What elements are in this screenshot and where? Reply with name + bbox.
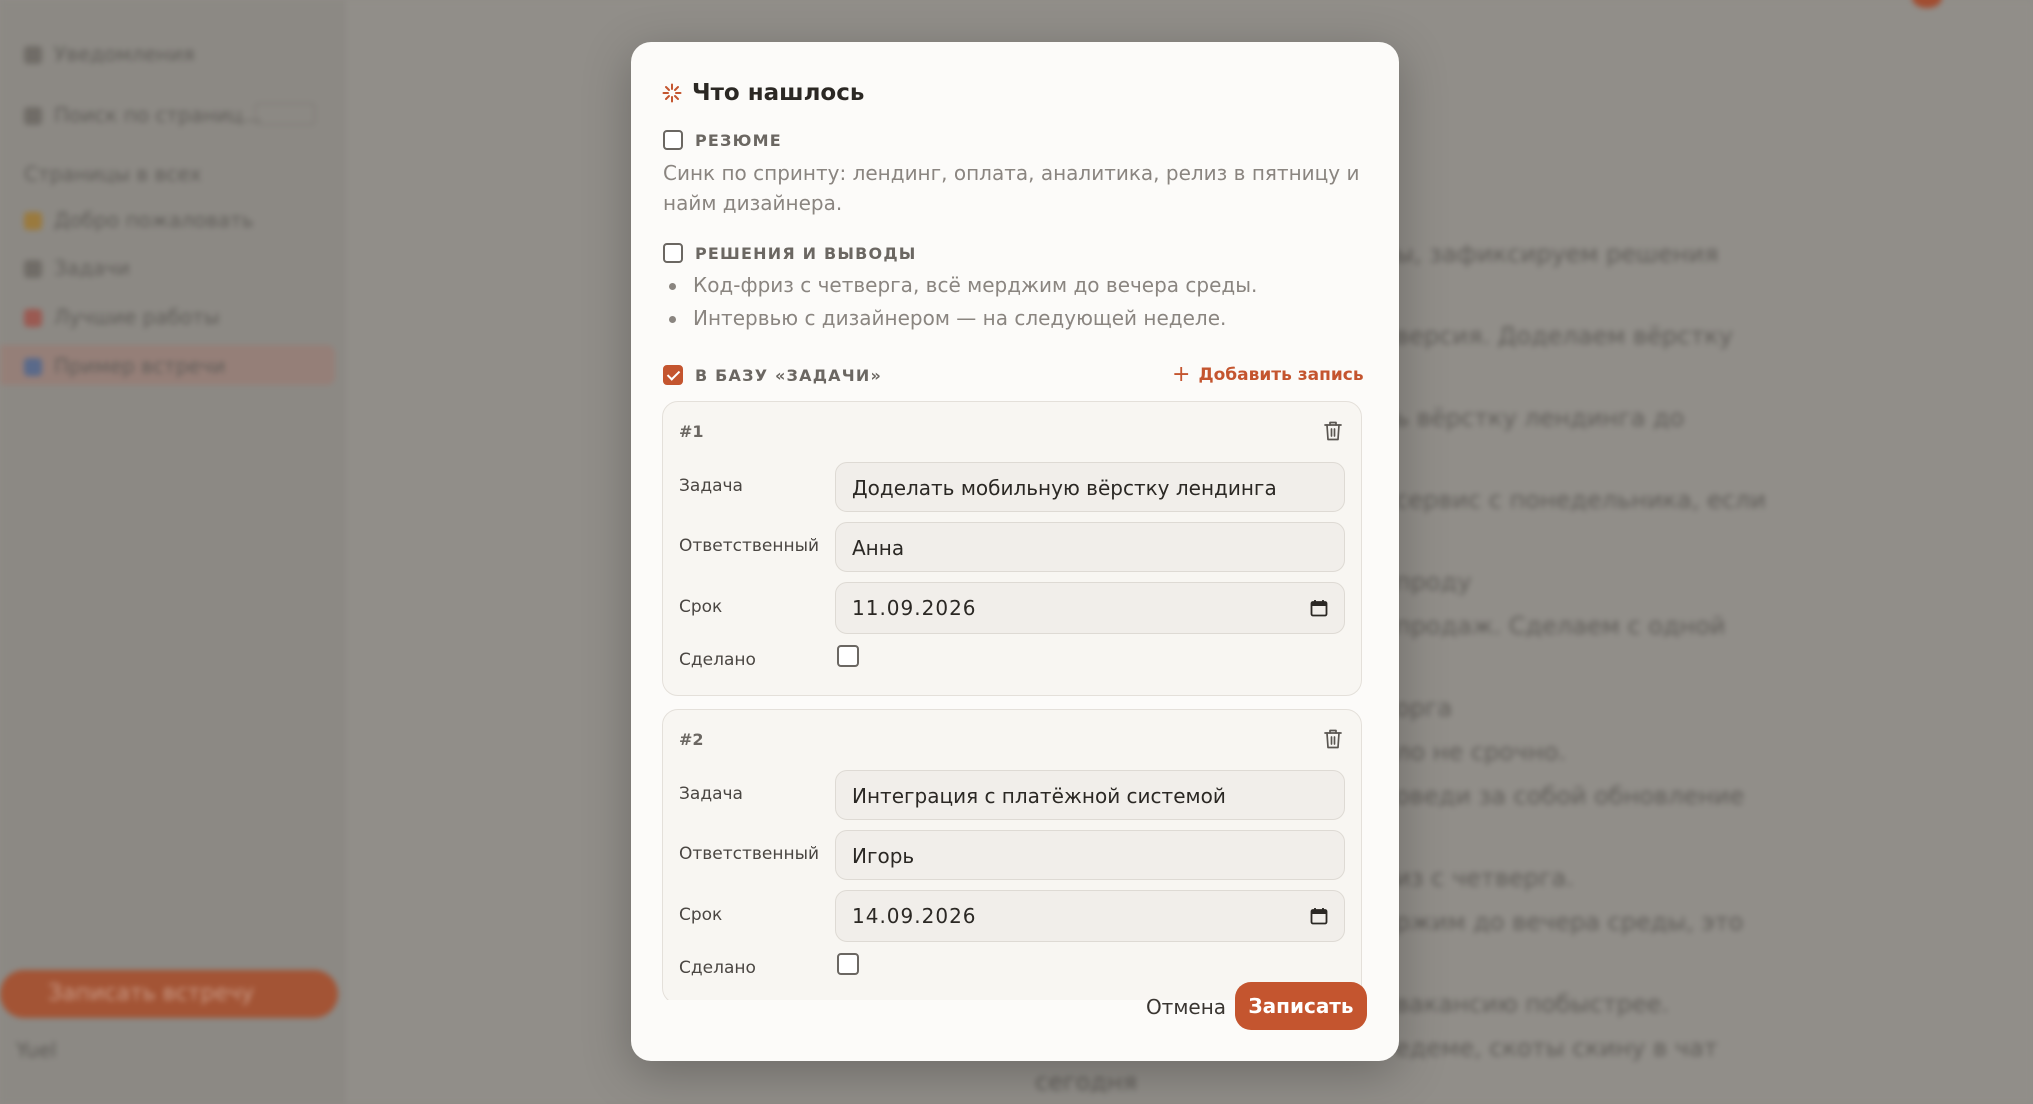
sidebar-item-label: Пример встречи: [54, 354, 226, 378]
sidebar-item-label: Задачи: [54, 256, 130, 280]
dialog-title-text: Что нашлось: [692, 80, 865, 106]
list-item: Интервью с дизайнером — на следующей нед…: [663, 302, 1363, 335]
sidebar-item-meeting-example[interactable]: Пример встречи: [24, 354, 225, 378]
done-checkbox[interactable]: [837, 953, 859, 975]
sidebar: Уведомления Поиск по страниц... Страницы…: [0, 0, 345, 1104]
extraction-dialog: Что нашлось РЕЗЮМЕ Синк по спринту: ленд…: [631, 42, 1399, 1061]
content-line: сервис с понедельника, если: [1395, 486, 1766, 514]
avatar[interactable]: [1912, 0, 1942, 8]
field-label-due: Срок: [679, 597, 723, 617]
content-line: едеме, скоты скину в чат: [1395, 1034, 1718, 1062]
summary-text: Синк по спринту: лендинг, оплата, аналит…: [663, 161, 1360, 215]
content-line: ь вёрстку лендинга до: [1395, 404, 1685, 432]
trash-icon[interactable]: [1323, 420, 1343, 442]
bell-icon: [24, 46, 42, 64]
decisions-checkbox[interactable]: [663, 243, 683, 263]
sidebar-item-notifications[interactable]: Уведомления: [24, 42, 195, 66]
search-icon: [24, 107, 42, 125]
field-label-done: Сделано: [679, 650, 756, 670]
content-line: продаж. Сделаем с одной: [1395, 612, 1726, 640]
field-label-task: Задача: [679, 784, 743, 804]
sidebar-item-best-works[interactable]: Лучшие работы: [24, 305, 220, 329]
plus-icon: +: [1172, 362, 1191, 387]
content-line: версия. Доделаем вёрстку: [1395, 322, 1733, 350]
page-icon: [24, 309, 42, 327]
database-checkbox[interactable]: [663, 365, 683, 385]
due-date-value: 11.09.2026: [852, 596, 977, 620]
content-line: орга: [1395, 694, 1453, 722]
content-line: ло не срочно.: [1395, 738, 1567, 766]
sidebar-item-label: Уведомления: [54, 42, 195, 66]
due-date-value: 14.09.2026: [852, 904, 977, 928]
sparkle-icon: [662, 83, 682, 103]
trash-icon[interactable]: [1323, 728, 1343, 750]
record-number: #2: [679, 730, 704, 749]
content-line: оведи за собой обновление: [1395, 782, 1745, 810]
sidebar-item-label: Добро пожаловать: [54, 208, 254, 232]
field-label-assignee: Ответственный: [679, 536, 820, 556]
assignee-input[interactable]: Игорь: [835, 830, 1345, 880]
database-section-header[interactable]: В БАЗУ «ЗАДАЧИ»: [663, 365, 882, 385]
record-number: #1: [679, 422, 704, 441]
record-card: #1 Задача Доделать мобильную вёрстку лен…: [662, 401, 1362, 696]
add-record-button[interactable]: + Добавить запись: [1172, 364, 1364, 386]
content-line: проду: [1395, 568, 1472, 596]
sidebar-item-welcome[interactable]: Добро пожаловать: [24, 208, 254, 232]
summary-checkbox[interactable]: [663, 130, 683, 150]
search-shortcut-badge: [255, 103, 315, 125]
sidebar-section-pages: Страницы в всех: [24, 162, 201, 186]
field-label-task: Задача: [679, 476, 743, 496]
records-scroll-area[interactable]: #1 Задача Доделать мобильную вёрстку лен…: [662, 401, 1362, 1000]
task-input[interactable]: Интеграция с платёжной системой: [835, 770, 1345, 820]
content-line: вакансию побыстрее.: [1395, 990, 1670, 1018]
page-icon: [24, 358, 42, 376]
field-label-assignee: Ответственный: [679, 844, 820, 864]
database-label: В БАЗУ «ЗАДАЧИ»: [695, 365, 882, 385]
sidebar-item-label: Лучшие работы: [54, 305, 220, 329]
content-line: ы, зафиксируем решения: [1395, 240, 1719, 268]
due-date-input[interactable]: 11.09.2026: [835, 582, 1345, 634]
field-label-done: Сделано: [679, 958, 756, 978]
dialog-title: Что нашлось: [662, 80, 864, 106]
page-icon: [24, 260, 42, 278]
assignee-input[interactable]: Анна: [835, 522, 1345, 572]
decisions-section-header[interactable]: РЕШЕНИЯ И ВЫВОДЫ: [663, 243, 917, 263]
page-icon: [24, 212, 42, 230]
due-date-input[interactable]: 14.09.2026: [835, 890, 1345, 942]
summary-label: РЕЗЮМЕ: [695, 130, 782, 150]
decisions-list: Код-фриз с четверга, всё мерджим до вече…: [663, 269, 1363, 335]
save-button[interactable]: Записать: [1235, 982, 1367, 1030]
sidebar-item-tasks[interactable]: Задачи: [24, 256, 130, 280]
sidebar-item-label: Страницы в всех: [24, 162, 202, 186]
record-card: #2 Задача Интеграция с платёжной системо…: [662, 709, 1362, 1000]
user-name[interactable]: Yuel: [16, 1038, 56, 1062]
done-checkbox[interactable]: [837, 645, 859, 667]
list-item: Код-фриз с четверга, всё мерджим до вече…: [663, 269, 1363, 302]
content-line: сегодня: [1035, 1068, 1137, 1096]
content-line: ржим до вечера среды, это: [1395, 908, 1744, 936]
content-line: из с четверга.: [1395, 864, 1574, 892]
field-label-due: Срок: [679, 905, 723, 925]
sidebar-search[interactable]: Поиск по страниц...: [24, 103, 262, 127]
decisions-label: РЕШЕНИЯ И ВЫВОДЫ: [695, 243, 917, 263]
task-input[interactable]: Доделать мобильную вёрстку лендинга: [835, 462, 1345, 512]
new-meeting-button[interactable]: Записать встречу: [0, 970, 338, 1018]
add-record-label: Добавить запись: [1198, 365, 1364, 385]
calendar-icon[interactable]: [1310, 599, 1328, 617]
calendar-icon[interactable]: [1310, 907, 1328, 925]
sidebar-item-label: Поиск по страниц...: [54, 103, 262, 127]
summary-section-header[interactable]: РЕЗЮМЕ: [663, 130, 782, 150]
